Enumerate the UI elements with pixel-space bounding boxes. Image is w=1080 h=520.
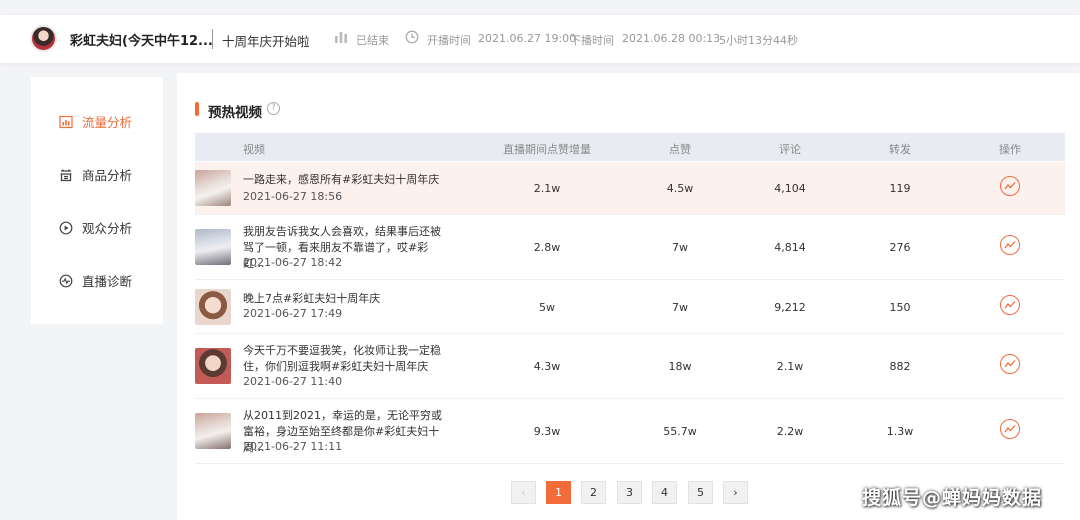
video-thumbnail[interactable] xyxy=(195,413,231,449)
end-time: 2021.06.28 00:13 xyxy=(622,32,721,45)
like-increase-value: 9.3w xyxy=(533,425,561,438)
end-time-label: 下播时间 xyxy=(570,34,614,47)
table-row[interactable]: 我朋友告诉我女人会喜欢，结果事后还被骂了一顿，看来朋友不靠谱了，哎#彩虹... … xyxy=(195,215,1065,280)
table-row[interactable]: 晚上7点#彩虹夫妇十周年庆 2021-06-27 17:49 5w 7w 9,2… xyxy=(195,280,1065,334)
live-title: 十周年庆开始啦 xyxy=(222,34,310,49)
col-header-like-increase: 直播期间点赞增量 xyxy=(503,143,591,156)
sidebar-item-diagnosis[interactable]: 直播诊断 xyxy=(59,271,132,290)
shares-value: 276 xyxy=(889,241,911,254)
col-header-action: 操作 xyxy=(999,143,1021,156)
sidebar: 流量分析 商品分析 观众分析 直播诊断 xyxy=(31,77,163,324)
video-thumbnail[interactable] xyxy=(195,289,231,325)
trend-icon xyxy=(1004,301,1016,309)
play-circle-icon xyxy=(59,221,73,234)
col-header-likes: 点赞 xyxy=(669,143,691,156)
anchor-name[interactable]: 彩虹夫妇(今天中午12... xyxy=(70,30,213,49)
like-increase-value: 5w xyxy=(539,301,555,314)
trend-icon xyxy=(1004,182,1016,190)
trend-icon xyxy=(1004,241,1016,249)
live-duration: 5小时13分44秒 xyxy=(719,34,798,47)
watermark: 搜狐号@蝉妈妈数据 xyxy=(862,487,1043,509)
pagination-page-3[interactable]: 3 xyxy=(617,481,642,504)
start-time: 2021.06.27 19:00 xyxy=(478,32,577,45)
like-increase-value: 4.3w xyxy=(533,360,561,373)
video-date: 2021-06-27 17:49 xyxy=(243,307,343,320)
video-thumbnail[interactable] xyxy=(195,229,231,265)
sidebar-item-label: 观众分析 xyxy=(82,221,133,236)
sidebar-item-label: 商品分析 xyxy=(82,168,133,183)
pagination-page-4[interactable]: 4 xyxy=(652,481,677,504)
avatar xyxy=(30,25,57,52)
likes-value: 7w xyxy=(672,301,688,314)
video-date: 2021-06-27 18:42 xyxy=(243,256,343,269)
live-status: 已结束 xyxy=(356,34,389,47)
comments-value: 2.2w xyxy=(776,425,804,438)
sidebar-item-label: 流量分析 xyxy=(82,115,133,130)
shares-value: 119 xyxy=(889,182,911,195)
trend-icon xyxy=(1004,425,1016,433)
sidebar-item-label: 直播诊断 xyxy=(82,274,133,289)
sidebar-item-traffic[interactable]: 流量分析 xyxy=(59,112,132,131)
sidebar-item-goods[interactable]: 商品分析 xyxy=(59,165,132,184)
likes-value: 4.5w xyxy=(666,182,694,195)
video-thumbnail[interactable] xyxy=(195,170,231,206)
likes-value: 18w xyxy=(668,360,692,373)
clock-icon xyxy=(405,30,419,44)
col-header-comments: 评论 xyxy=(779,143,801,156)
bar-chart-icon xyxy=(59,115,73,128)
trend-button[interactable] xyxy=(1000,419,1020,439)
comments-value: 2.1w xyxy=(776,360,804,373)
video-title[interactable]: 一路走来，感恩所有#彩虹夫妇十周年庆 xyxy=(243,172,448,188)
video-title[interactable]: 晚上7点#彩虹夫妇十周年庆 xyxy=(243,291,448,307)
sidebar-item-audience[interactable]: 观众分析 xyxy=(59,218,132,237)
likes-value: 7w xyxy=(672,241,688,254)
pagination-page-5[interactable]: 5 xyxy=(688,481,713,504)
trend-button[interactable] xyxy=(1000,176,1020,196)
top-bar: 彩虹夫妇(今天中午12... 十周年庆开始啦 已结束 开播时间 2021.06.… xyxy=(0,15,1080,63)
stats-icon xyxy=(335,32,347,43)
comments-value: 4,814 xyxy=(774,241,806,254)
shares-value: 1.3w xyxy=(886,425,914,438)
help-icon[interactable]: ? xyxy=(267,102,280,115)
trend-button[interactable] xyxy=(1000,354,1020,374)
shares-value: 150 xyxy=(889,301,911,314)
trend-icon xyxy=(1004,360,1016,368)
pagination-next-button[interactable]: › xyxy=(723,481,748,504)
comments-value: 9,212 xyxy=(774,301,806,314)
col-header-video: 视频 xyxy=(243,143,265,156)
comments-value: 4,104 xyxy=(774,182,806,195)
video-thumbnail[interactable] xyxy=(195,348,231,384)
pagination-page-1[interactable]: 1 xyxy=(546,481,571,504)
col-header-shares: 转发 xyxy=(889,143,911,156)
start-time-label: 开播时间 xyxy=(427,34,471,47)
pagination-page-2[interactable]: 2 xyxy=(581,481,606,504)
table-row[interactable]: 今天千万不要逗我笑，化妆师让我一定稳住，你们别逗我啊#彩虹夫妇十周年庆 2021… xyxy=(195,334,1065,399)
video-date: 2021-06-27 18:56 xyxy=(243,190,343,203)
table-row[interactable]: 从2011到2021，幸运的是，无论平穷或富裕，身边至始至终都是你#彩虹夫妇十周… xyxy=(195,399,1065,464)
trend-button[interactable] xyxy=(1000,235,1020,255)
goods-icon xyxy=(60,169,72,181)
section-accent-bar xyxy=(195,102,199,116)
video-date: 2021-06-27 11:40 xyxy=(243,375,343,388)
video-title[interactable]: 今天千万不要逗我笑，化妆师让我一定稳住，你们别逗我啊#彩虹夫妇十周年庆 xyxy=(243,343,448,375)
shares-value: 882 xyxy=(889,360,911,373)
divider xyxy=(212,29,213,49)
pagination-prev-button[interactable]: ‹ xyxy=(511,481,536,504)
diagnose-icon xyxy=(59,274,73,287)
table-header: 视频 直播期间点赞增量 点赞 评论 转发 操作 xyxy=(195,133,1065,161)
table-row[interactable]: 一路走来，感恩所有#彩虹夫妇十周年庆 2021-06-27 18:56 2.1w… xyxy=(195,162,1065,215)
section-title: 预热视频 xyxy=(208,105,262,121)
trend-button[interactable] xyxy=(1000,295,1020,315)
like-increase-value: 2.8w xyxy=(533,241,561,254)
main-panel: 预热视频 ? 视频 直播期间点赞增量 点赞 评论 转发 操作 一路走来，感恩所有… xyxy=(177,73,1080,520)
like-increase-value: 2.1w xyxy=(533,182,561,195)
video-date: 2021-06-27 11:11 xyxy=(243,440,343,453)
likes-value: 55.7w xyxy=(663,425,697,438)
